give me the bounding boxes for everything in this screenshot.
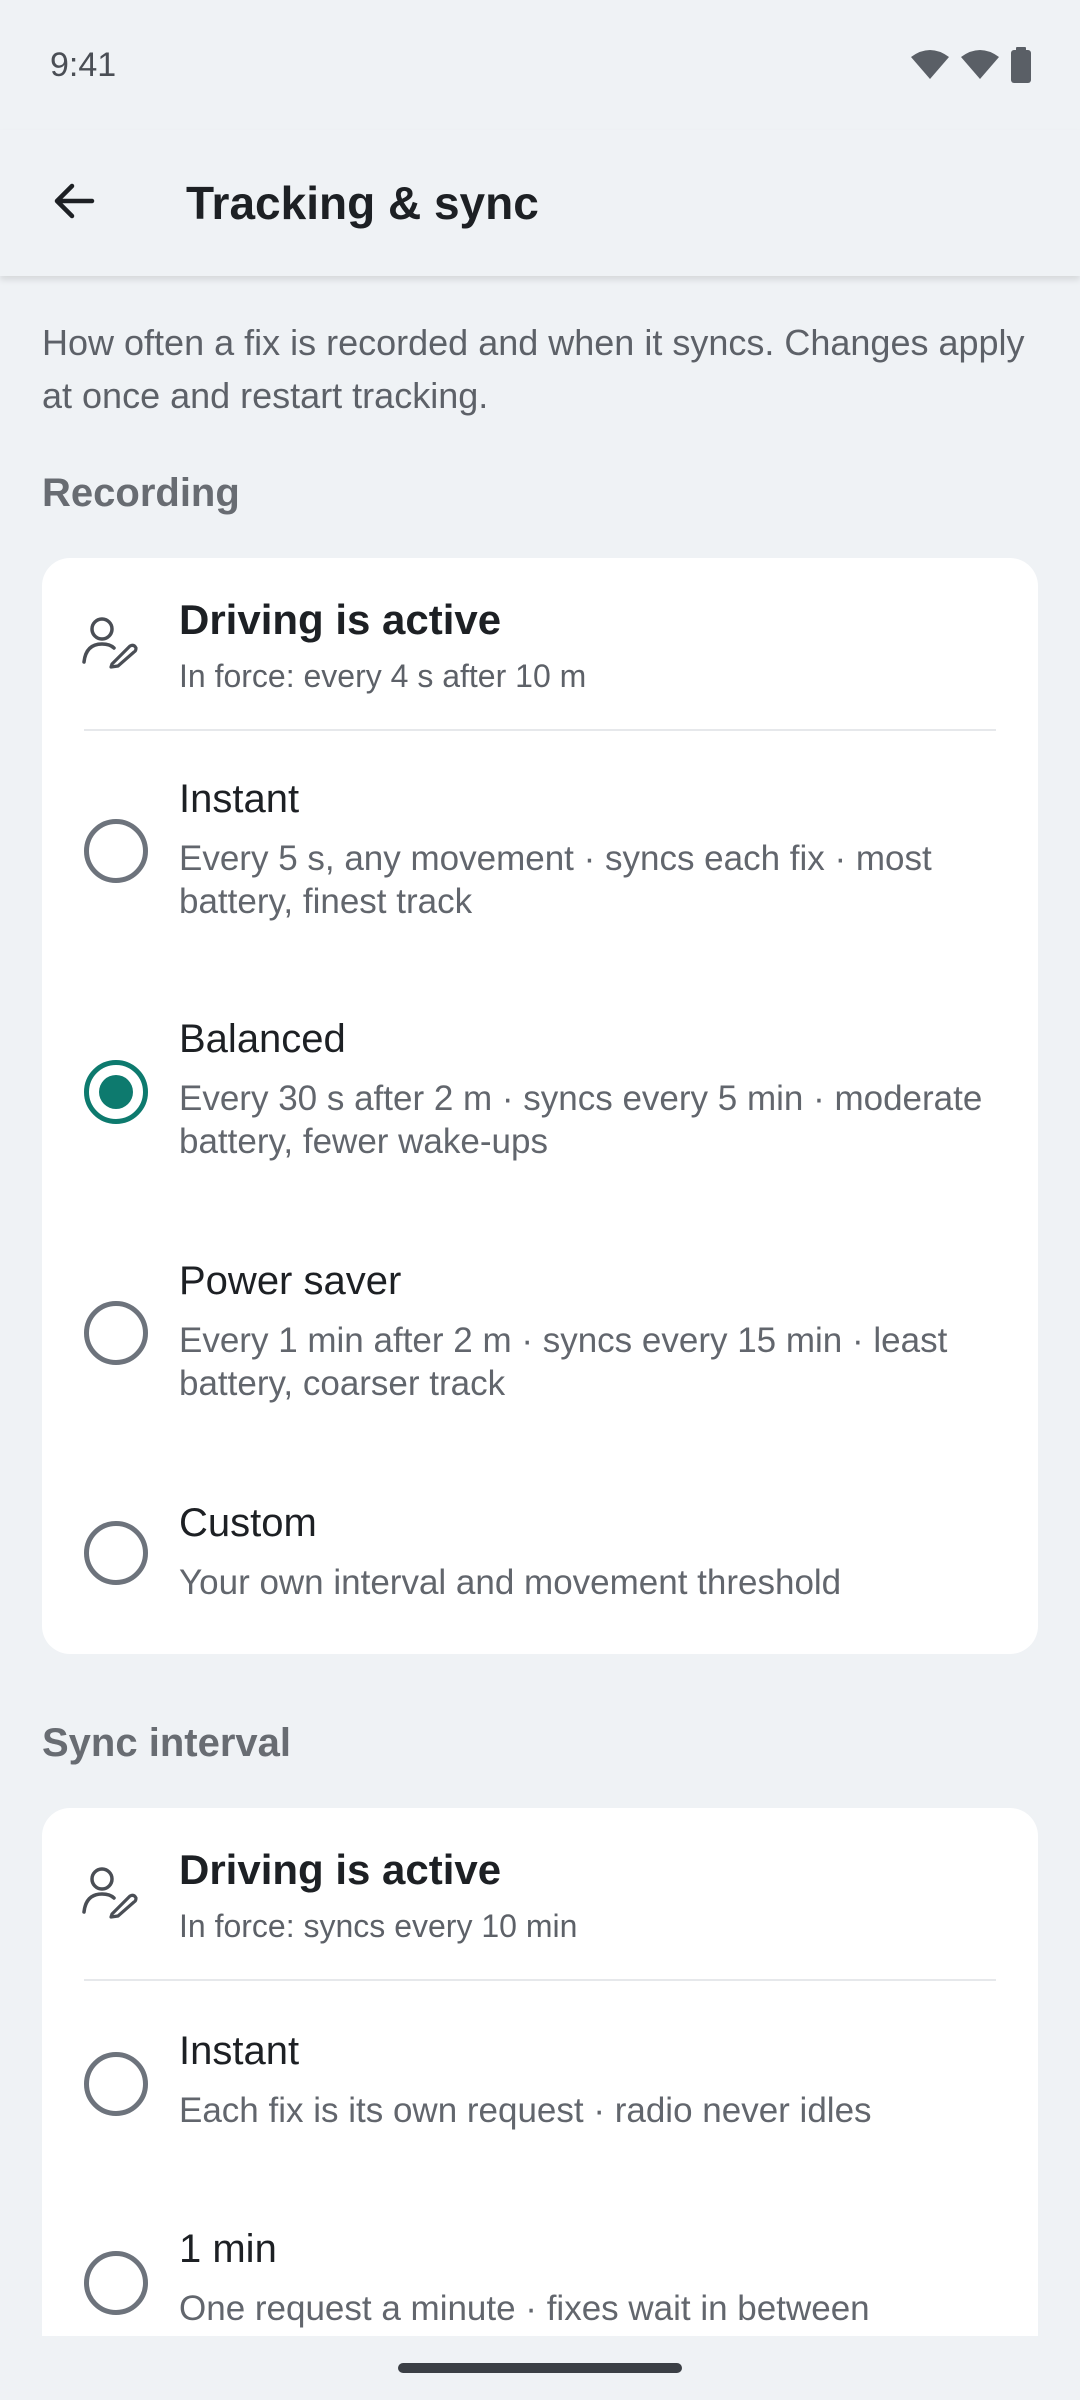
gesture-nav-handle[interactable] <box>398 2363 682 2373</box>
sync-active-title: Driving is active <box>179 1846 502 1893</box>
option-description: Every 5 s, any movement · syncs each fix… <box>179 839 932 921</box>
option-title: Instant <box>179 777 300 821</box>
recording-card: Driving is active In force: every 4 s af… <box>42 558 1038 1654</box>
option-description: Each fix is its own request · radio neve… <box>179 2091 872 2130</box>
section-title-sync-interval: Sync interval <box>42 1721 292 1765</box>
option-description: Every 30 s after 2 m · syncs every 5 min… <box>179 1079 983 1161</box>
radio-button-selected[interactable] <box>84 1060 148 1124</box>
status-icons <box>910 47 1032 83</box>
option-description: Your own interval and movement threshold <box>179 1563 842 1602</box>
radio-button[interactable] <box>84 819 148 883</box>
option-title: Instant <box>179 2029 300 2073</box>
recording-option-balanced[interactable]: Balanced Every 30 s after 2 m · syncs ev… <box>42 971 1038 1211</box>
radio-button[interactable] <box>84 2052 148 2116</box>
intro-text: How often a fix is recorded and when it … <box>42 322 1025 416</box>
status-bar: 9:41 <box>0 0 1080 130</box>
option-title: Power saver <box>179 1259 402 1303</box>
sync-active-subtitle: In force: syncs every 10 min <box>179 1908 578 1944</box>
sync-active-banner: Driving is active In force: syncs every … <box>42 1808 1038 1979</box>
recording-option-custom[interactable]: Custom Your own interval and movement th… <box>42 1451 1038 1654</box>
sync-interval-card: Driving is active In force: syncs every … <box>42 1808 1038 2336</box>
option-description: One request a minute · fixes wait in bet… <box>179 2289 870 2328</box>
back-arrow-icon <box>50 177 98 230</box>
person-edit-icon <box>82 1866 138 1925</box>
status-time: 9:41 <box>50 45 117 84</box>
option-title: Balanced <box>179 1017 346 1061</box>
option-title: 1 min <box>179 2227 277 2271</box>
recording-active-title: Driving is active <box>179 596 502 643</box>
person-edit-icon <box>82 616 138 675</box>
radio-button[interactable] <box>84 2251 148 2315</box>
app-bar: Tracking & sync <box>0 130 1080 276</box>
recording-active-subtitle: In force: every 4 s after 10 m <box>179 658 587 694</box>
page-title: Tracking & sync <box>186 177 539 229</box>
back-button[interactable] <box>26 155 122 251</box>
section-title-recording: Recording <box>42 471 240 515</box>
radio-button[interactable] <box>84 1301 148 1365</box>
sync-option-1-min[interactable]: 1 min One request a minute · fixes wait … <box>42 2179 1038 2336</box>
recording-option-instant[interactable]: Instant Every 5 s, any movement · syncs … <box>42 731 1038 971</box>
settings-content[interactable]: How often a fix is recorded and when it … <box>0 276 1080 2336</box>
signal-icon <box>960 49 1000 81</box>
wifi-icon <box>910 49 950 81</box>
recording-option-power-saver[interactable]: Power saver Every 1 min after 2 m · sync… <box>42 1211 1038 1451</box>
recording-active-banner: Driving is active In force: every 4 s af… <box>42 558 1038 729</box>
sync-option-instant[interactable]: Instant Each fix is its own request · ra… <box>42 1981 1038 2179</box>
option-title: Custom <box>179 1501 317 1545</box>
battery-icon <box>1010 47 1032 83</box>
radio-button[interactable] <box>84 1521 148 1585</box>
option-description: Every 1 min after 2 m · syncs every 15 m… <box>179 1321 948 1403</box>
